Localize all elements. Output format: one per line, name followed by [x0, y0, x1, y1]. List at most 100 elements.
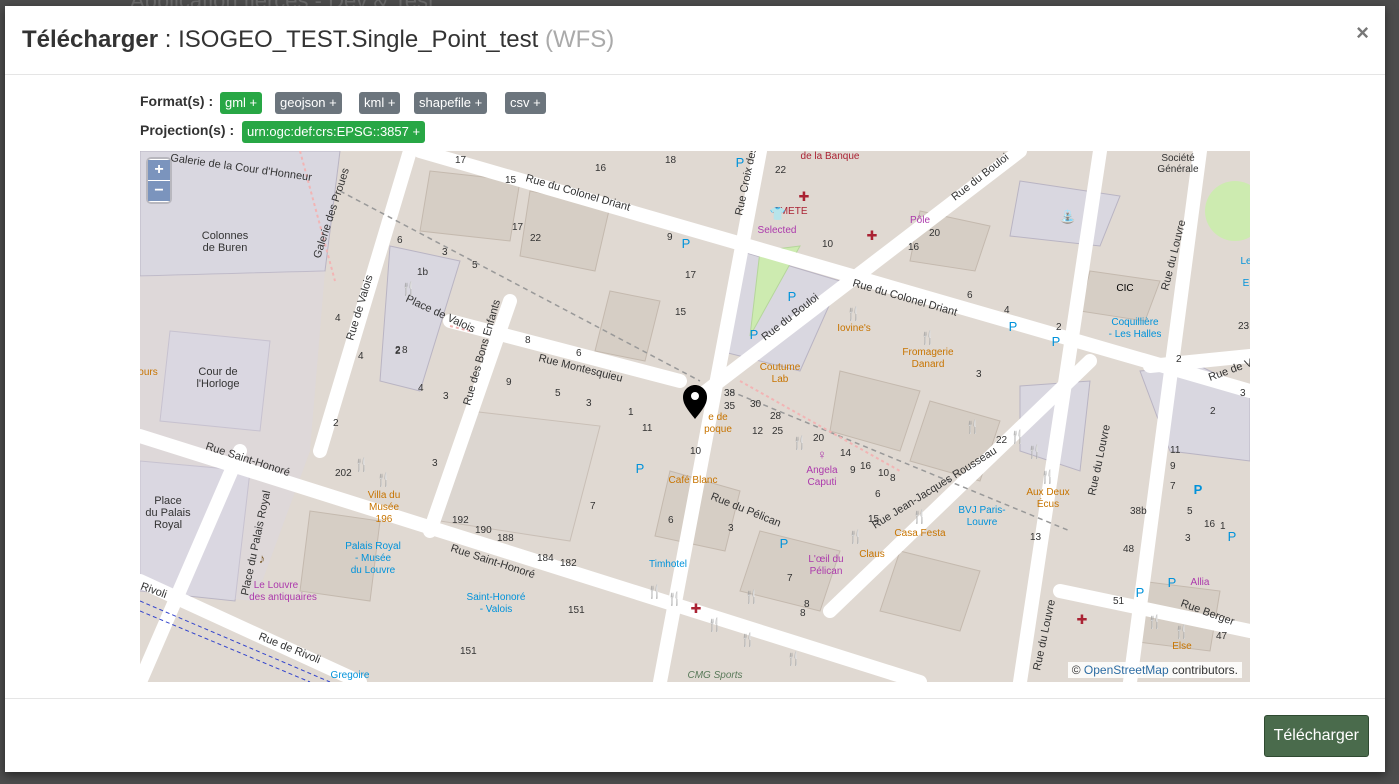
- svg-text:35: 35: [724, 401, 736, 412]
- poi-label: Le Louvre: [254, 580, 299, 591]
- modal-footer: Télécharger: [5, 698, 1385, 772]
- svg-text:P: P: [1194, 482, 1203, 497]
- zoom-in-button[interactable]: +: [148, 160, 170, 180]
- poi-label: L'œil du: [808, 554, 843, 565]
- poi-label: Coutume: [760, 362, 801, 373]
- svg-text:2: 2: [1210, 406, 1216, 417]
- svg-text:15: 15: [675, 307, 687, 318]
- title-action: Télécharger: [22, 26, 159, 53]
- close-icon[interactable]: ×: [1356, 22, 1369, 44]
- svg-text:2: 2: [333, 418, 339, 429]
- modal-body: Format(s) : gml + geojson + kml + shapef…: [5, 75, 1385, 698]
- format-geojson-badge[interactable]: geojson +: [275, 92, 342, 114]
- svg-text:202: 202: [335, 468, 352, 479]
- svg-text:51: 51: [1113, 596, 1125, 607]
- svg-text:18: 18: [665, 155, 677, 166]
- poi-label: Lab: [772, 374, 789, 385]
- place-label: Place: [154, 495, 182, 507]
- poi-label: Caputi: [808, 477, 837, 488]
- poi-label: e de: [708, 412, 728, 423]
- poi-label: Danard: [912, 359, 945, 370]
- map-view[interactable]: Rue du Colonel Driant Rue du Colonel Dri…: [140, 151, 1250, 682]
- poi-label: Else: [1172, 641, 1192, 652]
- dataset-name: ISOGEO_TEST.Single_Point_test: [178, 26, 539, 53]
- svg-text:2: 2: [395, 345, 401, 356]
- map-attribution: © OpenStreetMap contributors.: [1067, 662, 1242, 678]
- svg-text:5: 5: [472, 260, 478, 271]
- svg-text:6: 6: [967, 290, 973, 301]
- svg-text:🍴: 🍴: [376, 472, 392, 488]
- modal-title: Télécharger : ISOGEO_TEST.Single_Point_t…: [22, 26, 614, 54]
- svg-text:P: P: [1052, 334, 1061, 349]
- svg-text:184: 184: [537, 553, 554, 564]
- svg-text:188: 188: [497, 533, 514, 544]
- place-label: du Palais: [145, 507, 191, 519]
- svg-text:P: P: [1009, 319, 1018, 334]
- svg-text:47: 47: [1216, 631, 1228, 642]
- svg-text:25: 25: [772, 426, 784, 437]
- poi-label: des antiquaires: [249, 592, 317, 603]
- svg-text:P: P: [1136, 585, 1145, 600]
- svg-text:12: 12: [752, 426, 764, 437]
- svg-text:151: 151: [568, 605, 585, 616]
- poi-label: E: [1243, 278, 1250, 289]
- svg-text:14: 14: [840, 448, 852, 459]
- svg-text:🍴: 🍴: [354, 457, 370, 473]
- poi-label: Écus: [1037, 497, 1059, 510]
- place-label: Royal: [154, 519, 182, 531]
- projection-epsg3857-badge[interactable]: urn:ogc:def:crs:EPSG::3857 +: [242, 121, 426, 143]
- attribution-suffix: contributors.: [1168, 663, 1238, 677]
- svg-text:3: 3: [586, 398, 592, 409]
- svg-text:4: 4: [1004, 305, 1010, 316]
- openstreetmap-link[interactable]: OpenStreetMap: [1084, 663, 1169, 677]
- svg-text:8: 8: [800, 608, 806, 619]
- svg-text:190: 190: [475, 525, 492, 536]
- poi-label: Timhotel: [649, 559, 687, 570]
- svg-text:151: 151: [460, 646, 477, 657]
- svg-text:P: P: [1228, 529, 1237, 544]
- poi-label: Gregoire: [331, 670, 370, 681]
- svg-text:5: 5: [555, 388, 561, 399]
- download-button[interactable]: Télécharger: [1263, 715, 1369, 757]
- svg-text:4: 4: [418, 383, 424, 394]
- svg-text:🍴: 🍴: [1174, 624, 1190, 640]
- svg-text:P: P: [788, 289, 797, 304]
- format-csv-badge[interactable]: csv +: [505, 92, 546, 114]
- svg-text:✚: ✚: [1077, 612, 1088, 627]
- poi-label: Palais Royal: [345, 541, 401, 552]
- svg-text:🍴: 🍴: [667, 591, 683, 607]
- svg-text:6: 6: [576, 348, 582, 359]
- svg-text:8: 8: [890, 473, 896, 484]
- svg-text:7: 7: [1170, 481, 1176, 492]
- zoom-out-button[interactable]: −: [148, 181, 170, 201]
- svg-text:🍴: 🍴: [846, 306, 862, 322]
- svg-text:6: 6: [668, 515, 674, 526]
- poi-label: Angela: [806, 465, 838, 476]
- svg-text:P: P: [636, 461, 645, 476]
- svg-text:🍴: 🍴: [1147, 614, 1163, 630]
- svg-text:9: 9: [850, 465, 856, 476]
- svg-text:🍴: 🍴: [912, 509, 928, 525]
- poi-label: CMG Sports: [687, 670, 742, 681]
- svg-text:1: 1: [141, 151, 147, 154]
- svg-text:2: 2: [1056, 322, 1062, 333]
- svg-text:9: 9: [667, 232, 673, 243]
- svg-text:10: 10: [822, 239, 834, 250]
- format-gml-badge[interactable]: gml +: [220, 92, 263, 114]
- svg-text:1b: 1b: [417, 267, 429, 278]
- title-separator: :: [158, 26, 179, 53]
- svg-text:15: 15: [868, 514, 880, 525]
- poi-label: Le: [1240, 256, 1250, 267]
- svg-text:🍴: 🍴: [744, 589, 760, 605]
- poi-label: 196: [376, 514, 393, 525]
- poi-label: Selected: [758, 225, 797, 236]
- format-kml-badge[interactable]: kml +: [359, 92, 401, 114]
- svg-text:22: 22: [775, 165, 787, 176]
- svg-text:4: 4: [335, 313, 341, 324]
- svg-text:1: 1: [628, 407, 634, 418]
- svg-text:20: 20: [929, 228, 941, 239]
- format-shapefile-badge[interactable]: shapefile +: [414, 92, 488, 114]
- svg-text:✚: ✚: [799, 189, 810, 204]
- poi-label: CIC: [1116, 283, 1133, 294]
- svg-text:🍴: 🍴: [707, 617, 723, 633]
